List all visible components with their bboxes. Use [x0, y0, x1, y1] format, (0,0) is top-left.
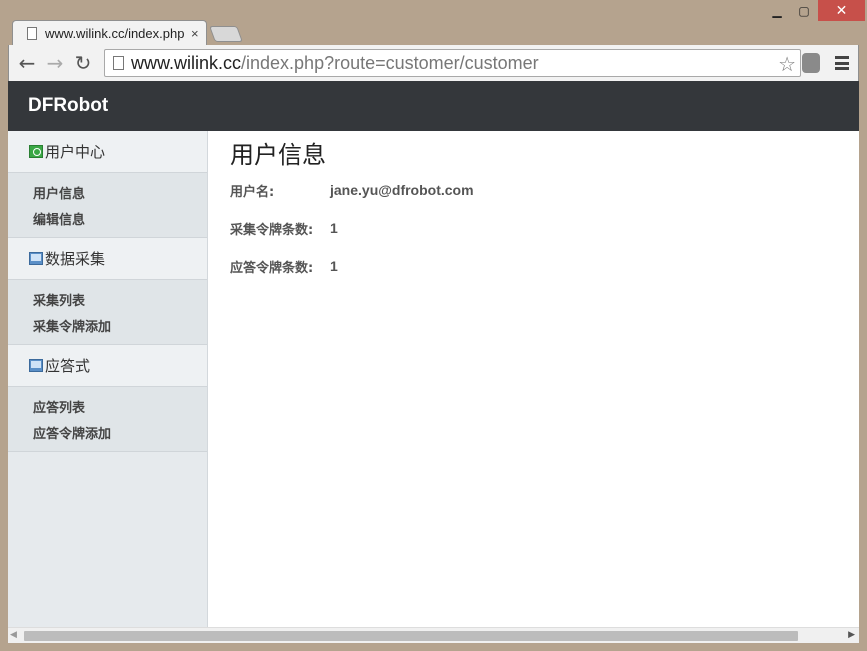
info-row-username: 用户名: jane.yu@dfrobot.com — [230, 171, 830, 209]
sidebar-item-user-info[interactable]: 用户信息 — [33, 179, 207, 205]
url-host: www.wilink.cc — [131, 52, 242, 73]
page-icon — [27, 27, 37, 40]
field-label: 用户名: — [230, 184, 275, 200]
address-bar[interactable]: www.wilink.cc/index.php?route=customer/c… — [104, 49, 801, 77]
new-tab-button[interactable] — [209, 26, 243, 42]
maximize-button[interactable]: ▢ — [791, 0, 817, 21]
sidebar-section-title: 数据采集 — [45, 250, 106, 268]
sidebar-section-response[interactable]: 应答式 — [8, 345, 207, 387]
scroll-right-icon[interactable]: ▶ — [848, 630, 855, 640]
sidebar-item-add-collection-token[interactable]: 采集令牌添加 — [33, 312, 207, 338]
browser-window: ▁ ▢ ✕ www.wilink.cc/index.php × ← → ↻ ww… — [0, 0, 867, 651]
field-value: 1 — [330, 220, 338, 236]
sidebar-section-user-center[interactable]: 用户中心 — [8, 131, 207, 173]
extension-icon[interactable] — [802, 53, 820, 73]
field-value: jane.yu@dfrobot.com — [330, 182, 474, 198]
sidebar-section-title: 用户中心 — [45, 143, 106, 161]
site-header: DFRobot — [8, 81, 859, 131]
info-row-collection-tokens: 采集令牌条数: 1 — [230, 209, 830, 247]
sidebar: 用户中心 用户信息 编辑信息 数据采集 采集列表 采集令牌添加 应答式 应答列表… — [8, 131, 208, 628]
url-path: /index.php?route=customer/customer — [241, 52, 539, 73]
scroll-left-icon[interactable]: ◀ — [10, 630, 17, 640]
bookmark-star-icon[interactable]: ☆ — [778, 52, 796, 77]
hamburger-menu-icon[interactable] — [835, 54, 849, 72]
sidebar-section-items: 应答列表 应答令牌添加 — [8, 387, 207, 452]
scrollbar-thumb[interactable] — [24, 631, 798, 641]
monitor-icon — [29, 359, 43, 372]
sidebar-item-collection-list[interactable]: 采集列表 — [33, 286, 207, 312]
horizontal-scrollbar[interactable]: ◀ ▶ — [8, 627, 859, 643]
back-icon[interactable]: ← — [15, 51, 39, 75]
field-label: 采集令牌条数: — [230, 222, 314, 238]
sidebar-section-data-collection[interactable]: 数据采集 — [8, 238, 207, 280]
sidebar-section-title: 应答式 — [45, 357, 91, 375]
tab-title: www.wilink.cc/index.php — [45, 26, 185, 41]
sidebar-item-edit-info[interactable]: 编辑信息 — [33, 205, 207, 231]
field-value: 1 — [330, 258, 338, 274]
browser-tab[interactable]: www.wilink.cc/index.php × — [12, 20, 207, 46]
page-viewport: DFRobot 用户中心 用户信息 编辑信息 数据采集 采集列表 采集令牌添加 … — [8, 81, 859, 628]
reload-icon[interactable]: ↻ — [71, 51, 95, 75]
sidebar-item-response-list[interactable]: 应答列表 — [33, 393, 207, 419]
forward-icon[interactable]: → — [43, 51, 67, 75]
sidebar-section-items: 采集列表 采集令牌添加 — [8, 280, 207, 345]
brand-logo[interactable]: DFRobot — [28, 95, 108, 117]
info-row-response-tokens: 应答令牌条数: 1 — [230, 247, 830, 285]
sidebar-section-items: 用户信息 编辑信息 — [8, 173, 207, 238]
monitor-icon — [29, 252, 43, 265]
browser-toolbar: ← → ↻ www.wilink.cc/index.php?route=cust… — [8, 45, 859, 81]
sidebar-item-add-response-token[interactable]: 应答令牌添加 — [33, 419, 207, 445]
close-window-button[interactable]: ✕ — [818, 0, 865, 21]
tab-close-icon[interactable]: × — [191, 26, 199, 41]
user-center-icon — [29, 145, 43, 158]
minimize-button[interactable]: ▁ — [764, 0, 790, 21]
page-title: 用户信息 — [230, 141, 326, 169]
page-icon — [113, 56, 124, 70]
field-label: 应答令牌条数: — [230, 260, 314, 276]
main-content: 用户信息 用户名: jane.yu@dfrobot.com 采集令牌条数: 1 … — [230, 131, 830, 285]
